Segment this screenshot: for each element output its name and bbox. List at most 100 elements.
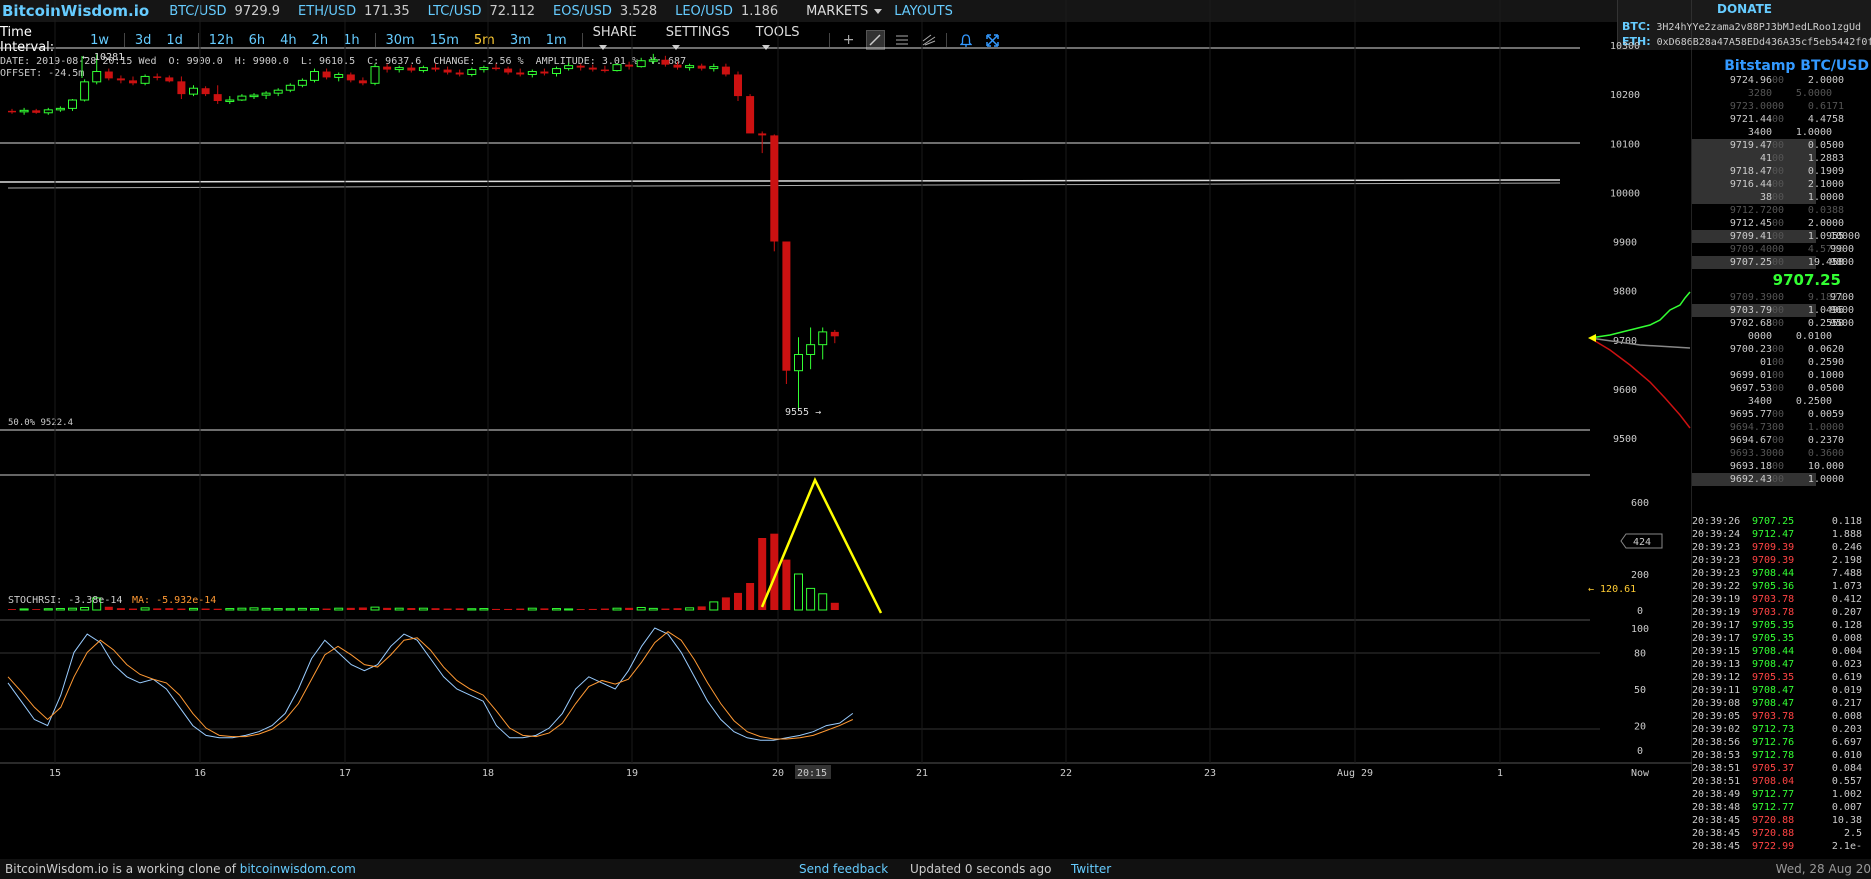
trade-amount: 2.198 [1831,555,1862,566]
order-price-pad: 00 [1772,140,1785,151]
volume-bar [273,608,283,611]
order-row[interactable]: 9699.0100 0.1000 [1692,369,1871,382]
order-row[interactable]: 9716.4400 2.1000 [1692,178,1844,191]
candle-body [68,99,77,109]
order-row[interactable]: 9709.3900 9.1821 9700 [1692,291,1871,304]
order-row[interactable]: 9694.6700 0.2370 [1692,434,1871,447]
volume-bar [600,608,609,610]
order-amount: 0.2500 [1795,396,1832,407]
price-axis-label: 9600 [1613,385,1637,396]
order-price-pad: 00 [1772,305,1785,316]
order-price: 0000 [1747,331,1772,342]
order-amount: 0.0100 [1795,331,1832,342]
candle-body [431,67,440,70]
order-price-pad: 00 [1772,244,1785,255]
order-price: 9693.30 [1729,448,1772,459]
order-row[interactable]: 3800 1.0000 [1692,191,1844,204]
volume-bar [418,607,428,611]
trade-price: 9720.88 [1752,815,1795,826]
order-row[interactable]: 3280 5.0000 [1692,87,1871,100]
volume-bar [310,608,319,611]
order-price: 9699.01 [1729,370,1772,381]
order-row[interactable]: 9709.4100 1.0955 10000 [1692,230,1860,243]
order-amount: 0.3600 [1807,448,1845,459]
order-price: 9709.40 [1729,244,1772,255]
order-row[interactable]: 9712.7200 0.0388 [1692,204,1871,217]
trade-time: 20:39:24 [1692,529,1741,540]
drawn-line[interactable] [7,182,1561,189]
candle-body [213,94,222,102]
volume-bar [104,606,113,610]
trade-price: 9708.47 [1752,685,1795,696]
asks-list: 9724.9600 2.0000 3280 5.0000 9723.0000 0.6171… [1692,74,1871,269]
order-book-title[interactable]: Bitstamp BTC/USD [1692,58,1871,74]
candle-body [527,71,537,75]
order-amount: 0.0500 [1807,383,1845,394]
volume-bar [492,608,500,610]
trade-amount: 0.128 [1831,620,1862,631]
order-price: 9694.67 [1729,435,1772,446]
order-row[interactable]: 9692.4300 1.0000 [1692,473,1844,486]
order-row[interactable]: 9719.4700 0.0500 [1692,139,1844,152]
volume-trendline[interactable] [760,476,883,614]
trade-row: 20:39:22 9705.36 1.073 [1692,580,1871,593]
order-row[interactable]: 3400 0.2500 [1692,395,1871,408]
order-row[interactable]: 9693.1800 10.000 [1692,460,1871,473]
order-price: 3400 [1747,127,1772,138]
send-feedback-link[interactable]: Send feedback [799,862,888,876]
order-price: 38 [1759,192,1772,203]
order-row[interactable]: 9697.5300 0.0500 [1692,382,1871,395]
order-row[interactable]: 3400 1.0000 [1692,126,1871,139]
order-row[interactable]: 0000 0.0100 [1692,330,1871,343]
candle-body [201,88,210,95]
trade-amount: 0.008 [1831,633,1862,644]
depth-scale-label: 9800 [1830,257,1855,268]
candle-body [346,74,355,81]
order-row[interactable]: 9723.0000 0.6171 [1692,100,1871,113]
candle-body [625,64,634,67]
trade-time: 20:38:56 [1692,737,1741,748]
candle-body [576,65,585,68]
stochrsi-label: STOCHRSI: -3.38e-14 [8,595,122,606]
trade-row: 20:38:51 9705.37 0.084 [1692,762,1871,775]
trade-time: 20:38:49 [1692,789,1741,800]
trade-row: 20:39:19 9703.78 0.207 [1692,606,1871,619]
order-price: 9694.73 [1729,422,1772,433]
order-row[interactable]: 4100 1.2883 [1692,152,1844,165]
trade-row: 20:39:19 9703.78 0.412 [1692,593,1871,606]
candle-body [225,99,235,103]
volume-bar [467,608,477,611]
order-row[interactable]: 9721.4400 4.4758 [1692,113,1871,126]
order-row[interactable]: 9718.4700 0.1909 [1692,165,1844,178]
order-price-pad: 00 [1772,292,1785,303]
trade-price: 9712.77 [1752,789,1795,800]
trade-amount: 0.619 [1831,672,1862,683]
price-chart[interactable]: 50.0% 9522.4 ← 10281 9555 → STOCHRSI: -3… [0,0,1692,780]
footer-note: BitcoinWisdom.io is a working clone of b… [5,862,356,876]
order-row[interactable]: 9709.4000 4.5736 9900 [1692,243,1871,256]
order-row[interactable]: 9695.7700 0.0059 [1692,408,1871,421]
order-amount: 0.0500 [1807,140,1845,151]
order-row[interactable]: 0100 0.2590 [1692,356,1871,369]
bitcoinwisdom-link[interactable]: bitcoinwisdom.com [240,862,356,876]
drawn-line[interactable] [0,179,1561,183]
high-annotation: ← 10281 [82,52,124,63]
stochrsi-line [7,627,854,741]
twitter-link[interactable]: Twitter [1071,862,1111,876]
order-row[interactable]: 9694.7300 1.0000 [1692,421,1871,434]
volume-bar [346,607,355,610]
candle-body [504,68,513,73]
order-row[interactable]: 9702.6800 0.2550 9500 [1692,317,1871,330]
order-row[interactable]: 9700.2300 0.0620 [1692,343,1871,356]
trade-amount: 7.488 [1831,568,1862,579]
stochrsi-axis-label: 100 [1631,624,1649,635]
order-row[interactable]: 9703.7900 1.0496 9600 [1692,304,1854,317]
order-row[interactable]: 9693.3000 0.3600 [1692,447,1871,460]
order-row[interactable]: 9724.9600 2.0000 [1692,74,1871,87]
trade-time: 20:39:15 [1692,646,1741,657]
trade-time: 20:39:08 [1692,698,1741,709]
volume-bar [129,608,137,610]
order-row[interactable]: 9707.2500 19.458 9800 [1692,256,1854,269]
volume-bar [116,608,125,610]
order-row[interactable]: 9712.4500 2.0000 [1692,217,1871,230]
